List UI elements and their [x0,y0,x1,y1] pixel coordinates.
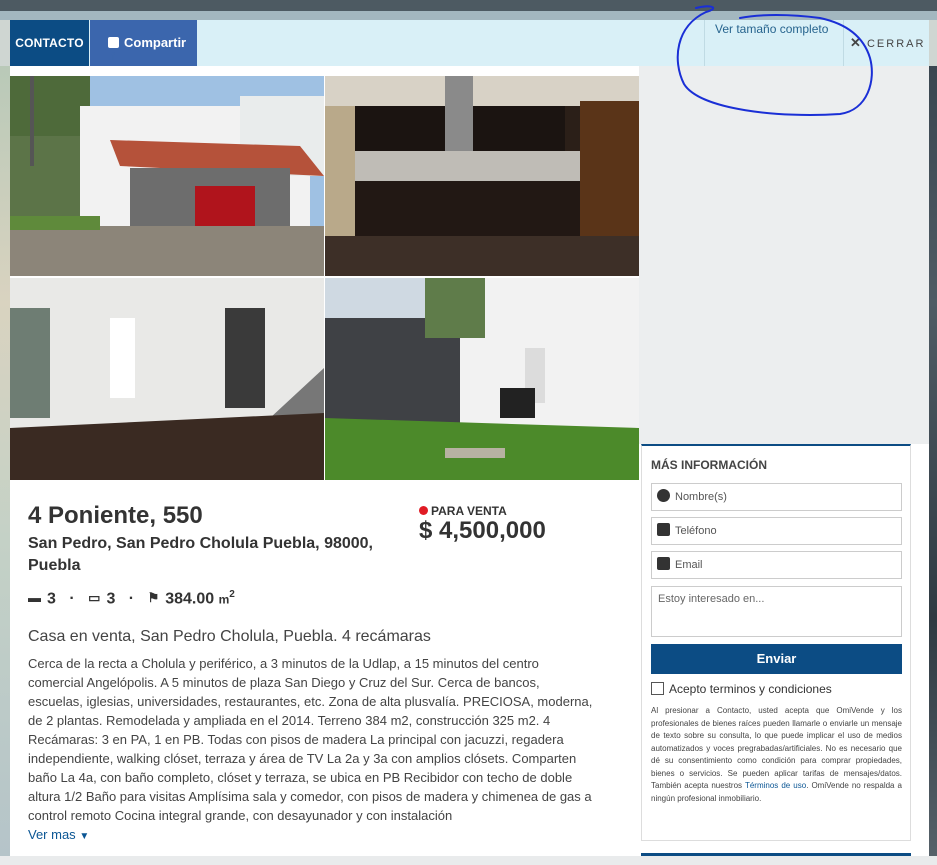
listing-subtitle: Casa en venta, San Pedro Cholula, Puebla… [28,628,431,645]
status-dot-icon [419,506,428,515]
listing-modal: 4 Poniente, 550 San Pedro, San Pedro Cho… [10,66,929,856]
top-overlay-bar [0,11,937,20]
listing-features: ▬ 3 · ▭ 3 · ⚑ 384.00 m2 [28,589,235,608]
close-button[interactable]: ✕ CERRAR [848,20,928,66]
close-icon: ✕ [850,35,861,50]
photo-living-room[interactable] [10,278,324,480]
bed-icon: ▬ [28,590,41,606]
terms-link[interactable]: Términos de uso [745,781,806,790]
feature-separator: · [69,590,75,608]
share-button[interactable]: Compartir [90,20,197,80]
see-more-label: Ver mas [28,827,76,842]
envelope-icon [657,557,670,570]
area-exponent: 2 [229,589,235,600]
contact-form: MÁS INFORMACIÓN Nombre(s) Teléfono Email… [641,444,911,841]
top-dark-bar [0,0,937,11]
chevron-down-icon: ▼ [79,831,90,842]
status-label: PARA VENTA [431,504,507,518]
listing-title: 4 Poniente, 550 [28,502,203,529]
see-more-link[interactable]: Ver mas ▼ [28,827,89,842]
modal-header: CONTACTO Compartir Ver tamaño completo ✕… [10,20,929,80]
email-field[interactable]: Email [651,551,902,579]
map-strip-right [929,66,937,856]
user-icon [657,489,670,502]
full-size-link[interactable]: Ver tamaño completo [704,20,844,66]
submit-button[interactable]: Enviar [651,644,902,674]
contact-button[interactable]: CONTACTO [10,20,89,66]
bath-icon: ▭ [88,590,101,606]
form-title: MÁS INFORMACIÓN [651,458,767,472]
name-field[interactable]: Nombre(s) [651,483,902,511]
gallery-side-panel [639,66,929,444]
facebook-icon [108,34,119,80]
legal-text: Al presionar a Contacto, usted acepta qu… [651,705,902,805]
terms-checkbox-row[interactable]: Acepto terminos y condiciones [651,682,832,696]
bedrooms-count: 3 [47,590,56,608]
status-badge: PARA VENTA [419,504,507,518]
bottom-bar [0,856,937,865]
listing-description: Cerca de la recta a Cholula y periférico… [28,656,593,823]
phone-placeholder: Teléfono [675,525,717,537]
name-placeholder: Nombre(s) [675,491,727,503]
bathrooms-count: 3 [106,590,116,608]
email-placeholder: Email [675,559,703,571]
photo-house-exterior[interactable] [10,76,324,276]
listing-price: $ 4,500,000 [419,517,546,544]
listing-address: San Pedro, San Pedro Cholula Puebla, 980… [28,535,373,574]
area-value: 384.00 [165,590,215,608]
phone-icon [657,523,670,536]
message-textarea[interactable]: Estoy interesado en... [651,586,902,637]
feature-separator: · [128,590,135,608]
area-unit: m [218,592,230,607]
photo-garden[interactable] [325,278,639,480]
photo-kitchen[interactable] [325,76,639,276]
flag-icon: ⚑ [147,590,160,606]
close-label: CERRAR [866,38,926,50]
terms-label: Acepto terminos y condiciones [669,682,832,696]
map-strip-left [0,66,10,856]
phone-field[interactable]: Teléfono [651,517,902,545]
terms-checkbox[interactable] [651,682,664,695]
legal-body: Al presionar a Contacto, usted acepta qu… [651,706,902,790]
share-label: Compartir [124,35,187,50]
